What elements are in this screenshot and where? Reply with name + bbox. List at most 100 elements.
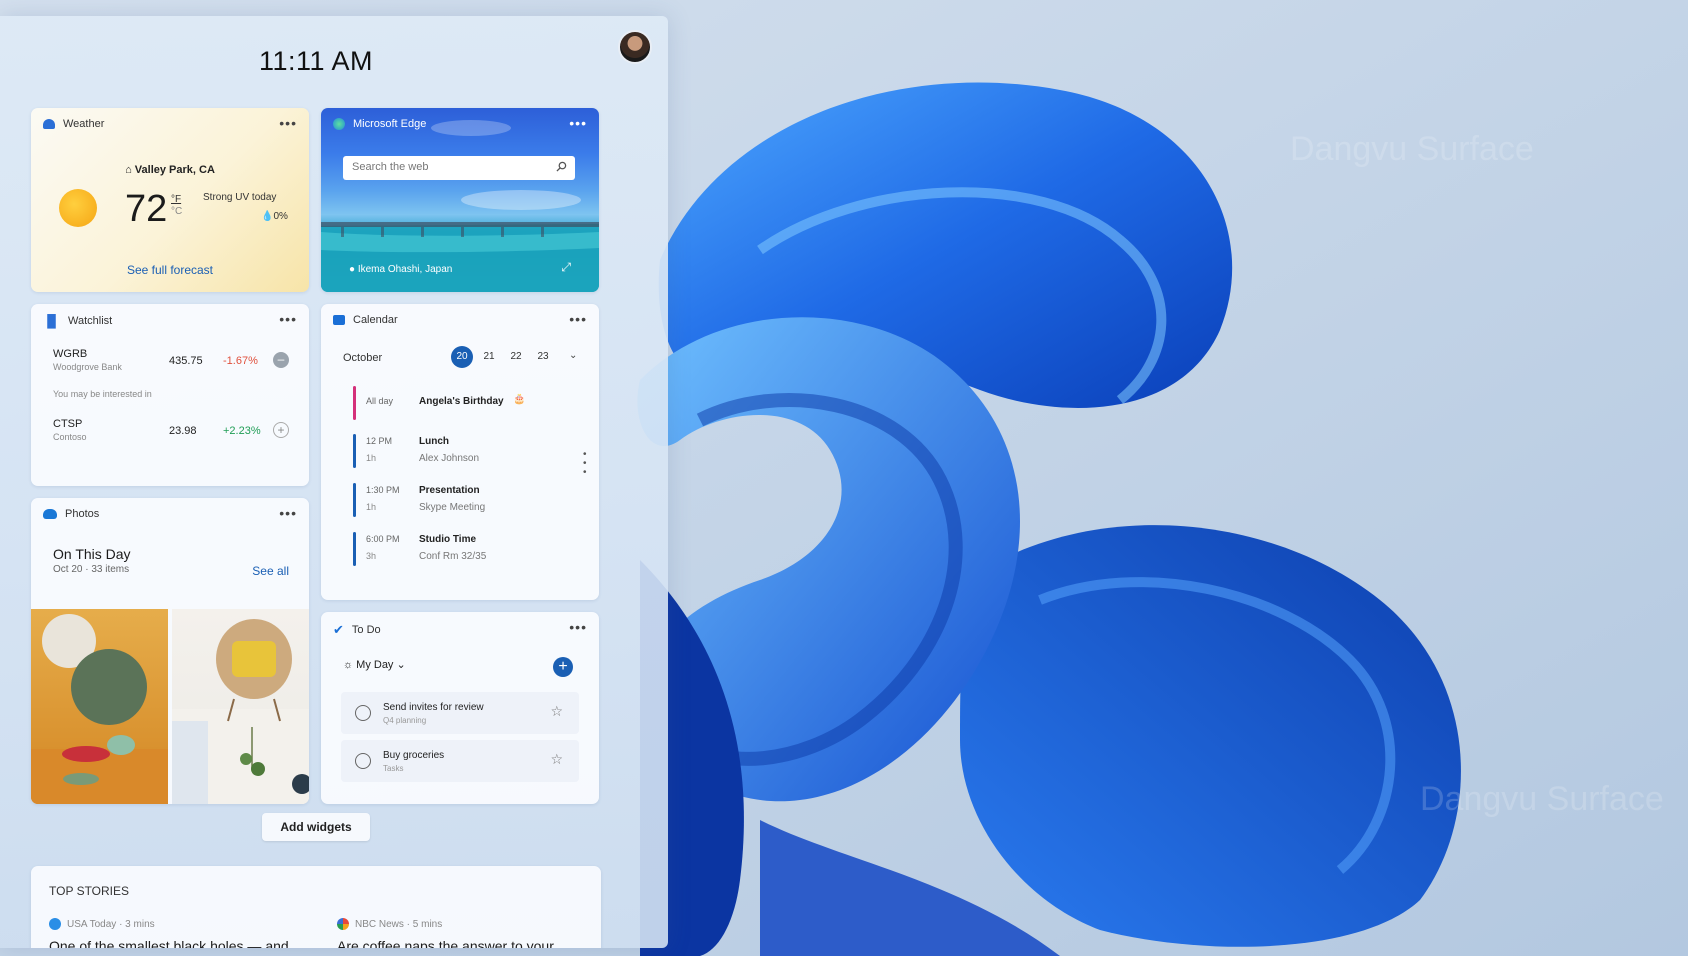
news-story[interactable]: NBC News · 5 mins Are coffee naps the an…	[337, 918, 597, 948]
story-source: USA Today · 3 mins	[49, 918, 309, 930]
event-subtitle: Alex Johnson	[419, 453, 480, 464]
stock-change: +2.23%	[223, 425, 261, 437]
task-item[interactable]: Send invites for review Q4 planning ☆	[341, 692, 579, 734]
watchlist-header: ▐▌ Watchlist	[43, 314, 112, 328]
weather-location-text: Valley Park, CA	[134, 164, 215, 176]
top-stories-header: TOP STORIES	[49, 884, 130, 898]
more-options-icon[interactable]: •••	[279, 116, 297, 130]
event-color-bar	[353, 434, 356, 468]
calendar-event[interactable]: 12 PM 1h Lunch Alex Johnson	[353, 434, 573, 470]
weather-cloud-icon	[43, 119, 55, 129]
edge-header: Microsoft Edge	[333, 118, 426, 130]
web-search-input[interactable]: Search the web	[343, 156, 575, 180]
photos-header: Photos	[43, 508, 99, 520]
clock: 11:11 AM	[258, 46, 374, 76]
sun-outline-icon: ☼	[343, 659, 354, 671]
chevron-down-icon[interactable]: ⌄	[569, 350, 577, 361]
calendar-header-label: Calendar	[353, 314, 398, 326]
weather-precipitation: 💧0%	[261, 211, 288, 222]
profile-avatar[interactable]	[618, 30, 652, 64]
weather-temperature: 72	[125, 188, 168, 230]
calendar-event[interactable]: 6:00 PM 3h Studio Time Conf Rm 32/35	[353, 532, 573, 568]
calendar-event[interactable]: All day Angela's Birthday 🎂	[353, 386, 573, 422]
task-list: Q4 planning	[383, 716, 427, 725]
stock-price: 435.75	[169, 355, 203, 367]
stock-company: Contoso	[53, 432, 87, 442]
expand-icon[interactable]: ⤢	[561, 260, 571, 275]
stock-symbol: WGRB	[53, 348, 88, 360]
stock-change: -1.67%	[223, 355, 258, 367]
calendar-widget[interactable]: Calendar ••• October 20 21 22 23 ⌄ All d…	[321, 304, 599, 600]
calendar-month: October	[343, 352, 383, 364]
task-checkbox[interactable]	[355, 705, 371, 721]
more-options-icon[interactable]: •••	[279, 506, 297, 520]
unit-celsius[interactable]: °C	[171, 206, 182, 218]
star-icon[interactable]: ☆	[550, 703, 563, 720]
search-placeholder: Search the web	[352, 161, 429, 173]
event-title: Lunch	[419, 436, 449, 447]
event-time: 1:30 PM	[366, 485, 400, 495]
photo-thumbnail[interactable]	[172, 609, 309, 804]
calendar-day[interactable]: 20	[451, 346, 473, 368]
star-icon[interactable]: ☆	[550, 751, 563, 768]
calendar-header: Calendar	[333, 314, 398, 326]
temperature-units[interactable]: °F °C	[171, 194, 182, 218]
task-title: Buy groceries	[383, 750, 445, 761]
add-widgets-button[interactable]: Add widgets	[262, 813, 370, 841]
on-this-day-title: On This Day	[53, 546, 131, 562]
watchlist-widget[interactable]: ▐▌ Watchlist ••• WGRB Woodgrove Bank 435…	[31, 304, 309, 486]
more-options-icon[interactable]: •••	[569, 312, 587, 326]
photo-thumbnail[interactable]	[31, 609, 168, 804]
gift-icon: 🎂	[513, 394, 526, 405]
still-life-image	[31, 614, 168, 804]
image-location[interactable]: ● Ikema Ohashi, Japan	[349, 264, 452, 275]
on-this-day-subtitle: Oct 20 · 33 items	[53, 564, 130, 575]
story-headline: Are coffee naps the answer to your	[337, 938, 554, 948]
story-source-text: USA Today · 3 mins	[67, 918, 155, 930]
weather-condition: Strong UV today	[203, 192, 277, 203]
todo-widget[interactable]: ✔ To Do ••• ☼ My Day ⌄ + Send invites fo…	[321, 612, 599, 804]
story-source-text: NBC News · 5 mins	[355, 918, 443, 930]
more-options-icon[interactable]: •••	[569, 116, 587, 130]
see-full-forecast-link[interactable]: See full forecast	[31, 263, 309, 277]
calendar-day[interactable]: 23	[532, 346, 554, 368]
list-selector[interactable]: ☼ My Day ⌄	[343, 658, 406, 671]
sun-icon	[59, 189, 97, 227]
image-location-text: Ikema Ohashi, Japan	[357, 264, 453, 275]
more-options-icon[interactable]: •••	[569, 620, 587, 634]
task-checkbox[interactable]	[355, 753, 371, 769]
calendar-event[interactable]: 1:30 PM 1h Presentation Skype Meeting	[353, 483, 573, 519]
widgets-panel: 11:11 AM Weather ••• ⌂ Valley Park, CA 7…	[0, 16, 668, 948]
event-color-bar	[353, 483, 356, 517]
add-task-button[interactable]: +	[553, 657, 573, 677]
weather-header: Weather	[43, 118, 104, 130]
calendar-day[interactable]: 21	[478, 346, 500, 368]
event-duration: 3h	[366, 551, 377, 561]
event-color-bar	[353, 532, 356, 566]
unit-fahrenheit[interactable]: °F	[171, 194, 182, 206]
top-stories-card: TOP STORIES USA Today · 3 mins One of th…	[31, 866, 601, 948]
task-item[interactable]: Buy groceries Tasks ☆	[341, 740, 579, 782]
stock-price: 23.98	[169, 425, 197, 437]
search-icon[interactable]	[556, 161, 567, 172]
stock-company: Woodgrove Bank	[53, 362, 122, 372]
todo-header-label: To Do	[351, 624, 381, 636]
photos-header-label: Photos	[65, 508, 100, 520]
photos-widget[interactable]: Photos ••• On This Day Oct 20 · 33 items…	[31, 498, 309, 804]
see-all-link[interactable]: See all	[252, 564, 289, 578]
news-story[interactable]: USA Today · 3 mins One of the smallest b…	[49, 918, 309, 948]
calendar-day[interactable]: 22	[505, 346, 527, 368]
list-name: My Day	[356, 659, 394, 671]
edge-header-label: Microsoft Edge	[353, 118, 427, 130]
scroll-indicator[interactable]: • • •	[583, 450, 587, 478]
precip-value: 0%	[273, 211, 288, 222]
add-stock-icon[interactable]: +	[273, 422, 289, 438]
event-time: 12 PM	[366, 436, 393, 446]
edge-widget[interactable]: Microsoft Edge ••• Search the web ● Ikem…	[321, 108, 599, 292]
usa-today-logo-icon	[49, 918, 61, 930]
remove-stock-icon[interactable]: –	[273, 352, 289, 368]
more-options-icon[interactable]: •••	[279, 312, 297, 326]
task-title: Send invites for review	[383, 702, 484, 713]
weather-widget[interactable]: Weather ••• ⌂ Valley Park, CA 72 °F °C S…	[31, 108, 309, 292]
calendar-icon	[333, 315, 345, 325]
